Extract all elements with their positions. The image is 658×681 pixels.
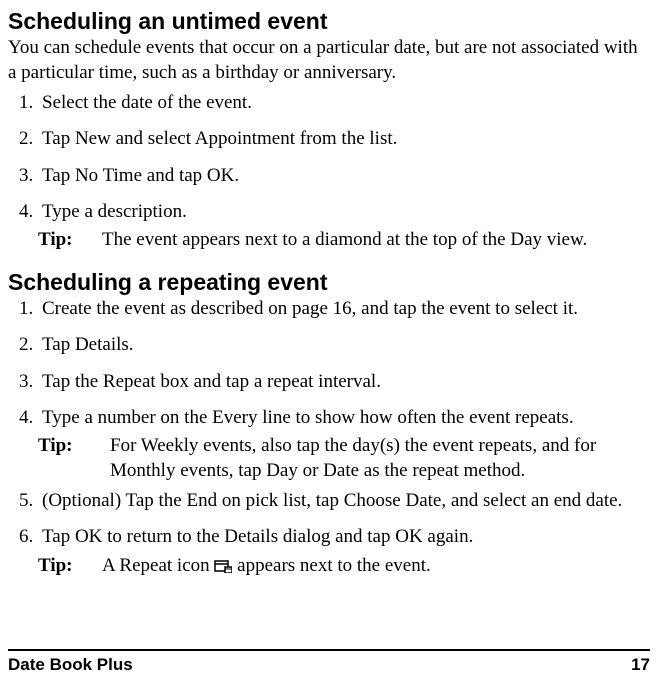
step-3: Tap No Time and tap OK.: [38, 164, 650, 188]
tip2-before: A Repeat icon: [102, 555, 214, 576]
tip-label: Tip:: [38, 228, 82, 252]
tip-text: The event appears next to a diamond at t…: [102, 228, 650, 252]
footer-page-number: 17: [631, 655, 650, 675]
step-r4: Type a number on the Every line to show …: [38, 406, 650, 430]
step-1: Select the date of the event.: [38, 91, 650, 115]
step-2: Tap New and select Appointment from the …: [38, 127, 650, 151]
step-r5: (Optional) Tap the End on pick list, tap…: [38, 489, 650, 513]
tip-row-repeating-2: Tip: A Repeat icon appears next to the e…: [38, 554, 650, 578]
tip-label: Tip:: [38, 434, 82, 458]
repeat-icon: [214, 559, 232, 573]
heading-untimed: Scheduling an untimed event: [8, 8, 650, 34]
tip-text: A Repeat icon appears next to the event.: [102, 554, 650, 578]
tip-row-repeating-1: Tip: For Weekly events, also tap the day…: [38, 434, 650, 483]
steps-repeating-b: (Optional) Tap the End on pick list, tap…: [8, 489, 650, 550]
section-untimed-event: Scheduling an untimed event You can sche…: [8, 8, 650, 253]
heading-repeating: Scheduling a repeating event: [8, 269, 650, 295]
step-r3: Tap the Repeat box and tap a repeat inte…: [38, 370, 650, 394]
tip-text: For Weekly events, also tap the day(s) t…: [102, 434, 650, 483]
tip-row-untimed: Tip: The event appears next to a diamond…: [38, 228, 650, 252]
steps-repeating-a: Create the event as described on page 16…: [8, 297, 650, 430]
step-r6: Tap OK to return to the Details dialog a…: [38, 525, 650, 549]
tip2-after: appears next to the event.: [237, 555, 431, 576]
step-r1: Create the event as described on page 16…: [38, 297, 650, 321]
section-repeating-event: Scheduling a repeating event Create the …: [8, 269, 650, 578]
step-4: Type a description.: [38, 200, 650, 224]
steps-untimed: Select the date of the event. Tap New an…: [8, 91, 650, 224]
page-footer: Date Book Plus 17: [8, 649, 650, 675]
step-r2: Tap Details.: [38, 333, 650, 357]
intro-untimed: You can schedule events that occur on a …: [8, 36, 650, 85]
footer-section-name: Date Book Plus: [8, 655, 133, 675]
tip-label: Tip:: [38, 554, 82, 578]
